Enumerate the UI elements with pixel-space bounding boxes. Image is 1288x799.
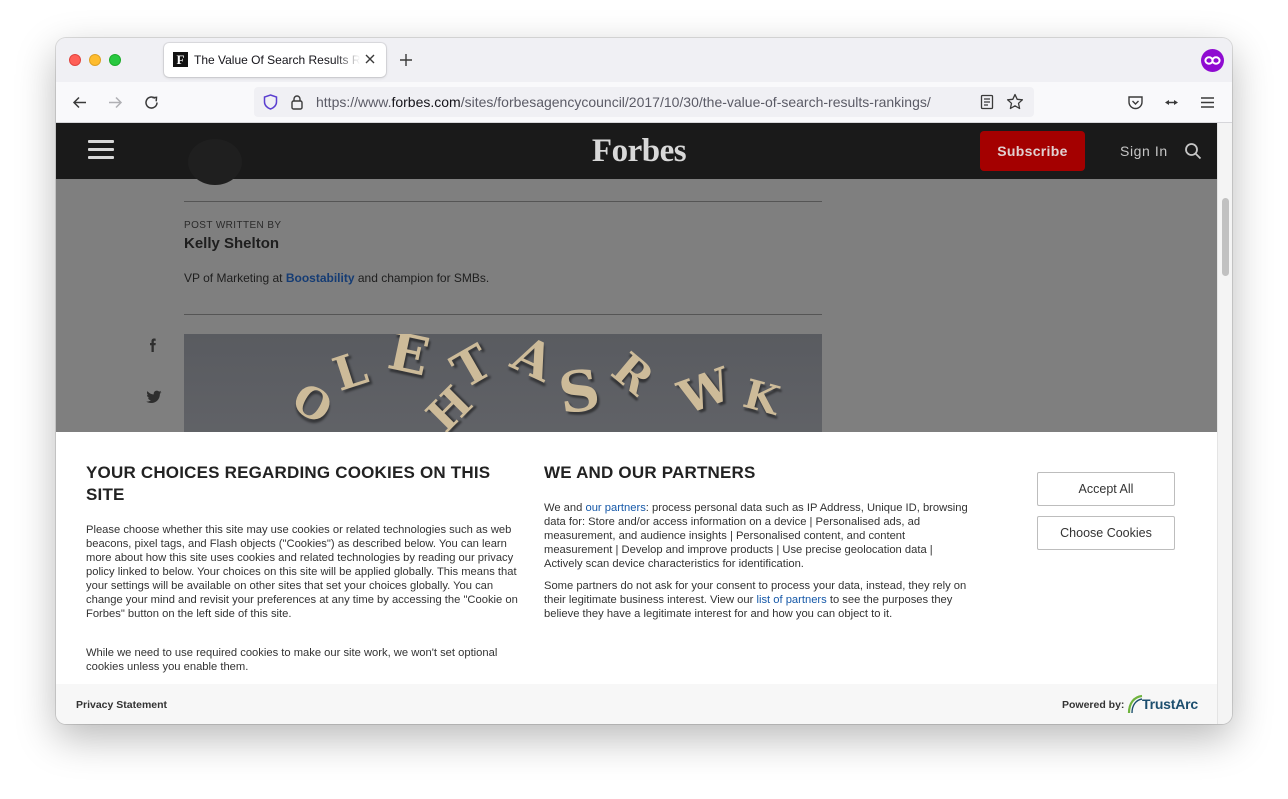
padlock-icon[interactable]: [290, 94, 304, 110]
author-avatar: [188, 139, 242, 185]
sign-in-link[interactable]: Sign In: [1120, 143, 1168, 159]
cookie-choices-title: YOUR CHOICES REGARDING COOKIES ON THIS S…: [86, 463, 491, 504]
accept-all-button[interactable]: Accept All: [1037, 472, 1175, 506]
url-text[interactable]: https://www.forbes.com/sites/forbesagenc…: [316, 94, 931, 110]
url-domain: forbes.com: [391, 94, 461, 110]
post-written-by-label: POST WRITTEN BY: [184, 220, 282, 231]
tab-strip: F The Value Of Search Results Rankings: [56, 38, 1232, 82]
partners-text: We and: [544, 502, 586, 514]
privacy-statement-link[interactable]: Privacy Statement: [76, 699, 167, 711]
tab-title: The Value Of Search Results Rankings: [194, 53, 360, 67]
search-icon[interactable]: [1184, 142, 1202, 160]
trustarc-arc-icon: [1127, 694, 1143, 714]
navigation-toolbar: https://www.forbes.com/sites/forbesagenc…: [56, 82, 1232, 123]
author-bio: VP of Marketing at Boostability and cham…: [184, 271, 489, 285]
choose-cookies-button[interactable]: Choose Cookies: [1037, 516, 1175, 550]
tracking-protection-shield-icon[interactable]: [263, 94, 278, 110]
tab-active[interactable]: F The Value Of Search Results Rankings: [164, 43, 386, 77]
forward-arrow-icon[interactable]: [107, 94, 124, 111]
bio-text-before: VP of Marketing at: [184, 271, 286, 285]
bio-text-after: and champion for SMBs.: [354, 271, 490, 285]
forbes-favicon-icon: F: [173, 52, 188, 67]
divider: [184, 201, 822, 202]
our-partners-link[interactable]: our partners: [585, 502, 645, 514]
divider: [184, 314, 822, 315]
cookie-banner-footer: Privacy Statement Powered by: TrustArc: [56, 684, 1217, 724]
list-of-partners-link[interactable]: list of partners: [756, 594, 826, 606]
powered-by-label: Powered by:: [1062, 699, 1125, 711]
bookmark-star-icon[interactable]: [1006, 93, 1024, 111]
zoom-window-button[interactable]: [109, 54, 121, 66]
cookie-consent-banner: YOUR CHOICES REGARDING COOKIES ON THIS S…: [56, 432, 1217, 724]
forbes-logo[interactable]: Forbes: [586, 131, 692, 171]
url-prefix: https://www.: [316, 94, 392, 110]
reader-view-icon[interactable]: [980, 94, 994, 110]
reload-icon[interactable]: [143, 94, 160, 111]
extension-icon[interactable]: [1163, 94, 1180, 111]
hamburger-menu-icon[interactable]: [88, 140, 114, 160]
browser-window: F The Value Of Search Results Rankings: [56, 38, 1232, 724]
close-tab-icon[interactable]: [363, 52, 377, 66]
page-scrollbar[interactable]: [1217, 123, 1232, 724]
cookie-choices-description: Please choose whether this site may use …: [86, 524, 518, 620]
facebook-share-icon[interactable]: [146, 337, 160, 353]
author-name[interactable]: Kelly Shelton: [184, 235, 279, 252]
private-browsing-mask-icon[interactable]: [1201, 49, 1224, 72]
subscribe-button[interactable]: Subscribe: [980, 131, 1085, 171]
minimize-window-button[interactable]: [89, 54, 101, 66]
legitimate-interest-description: Some partners do not ask for your consen…: [544, 579, 972, 621]
boostability-link[interactable]: Boostability: [286, 271, 355, 285]
back-arrow-icon[interactable]: [71, 94, 88, 111]
scrollbar-thumb[interactable]: [1222, 198, 1229, 276]
required-cookies-note: While we need to use required cookies to…: [86, 647, 498, 673]
new-tab-icon[interactable]: [398, 52, 414, 68]
pocket-icon[interactable]: [1127, 94, 1144, 111]
trustarc-wordmark: TrustArc: [1142, 696, 1198, 712]
close-window-button[interactable]: [69, 54, 81, 66]
partners-title: WE AND OUR PARTNERS: [544, 463, 756, 482]
partners-description: We and our partners: process personal da…: [544, 501, 972, 571]
app-menu-icon[interactable]: [1199, 94, 1216, 111]
twitter-share-icon[interactable]: [146, 389, 162, 405]
web-page: Forbes Subscribe Sign In POST WRITTEN BY…: [56, 123, 1217, 724]
address-bar[interactable]: https://www.forbes.com/sites/forbesagenc…: [254, 87, 1034, 117]
url-path: /sites/forbesagencycouncil/2017/10/30/th…: [460, 94, 931, 110]
trustarc-logo[interactable]: TrustArc: [1127, 694, 1198, 716]
